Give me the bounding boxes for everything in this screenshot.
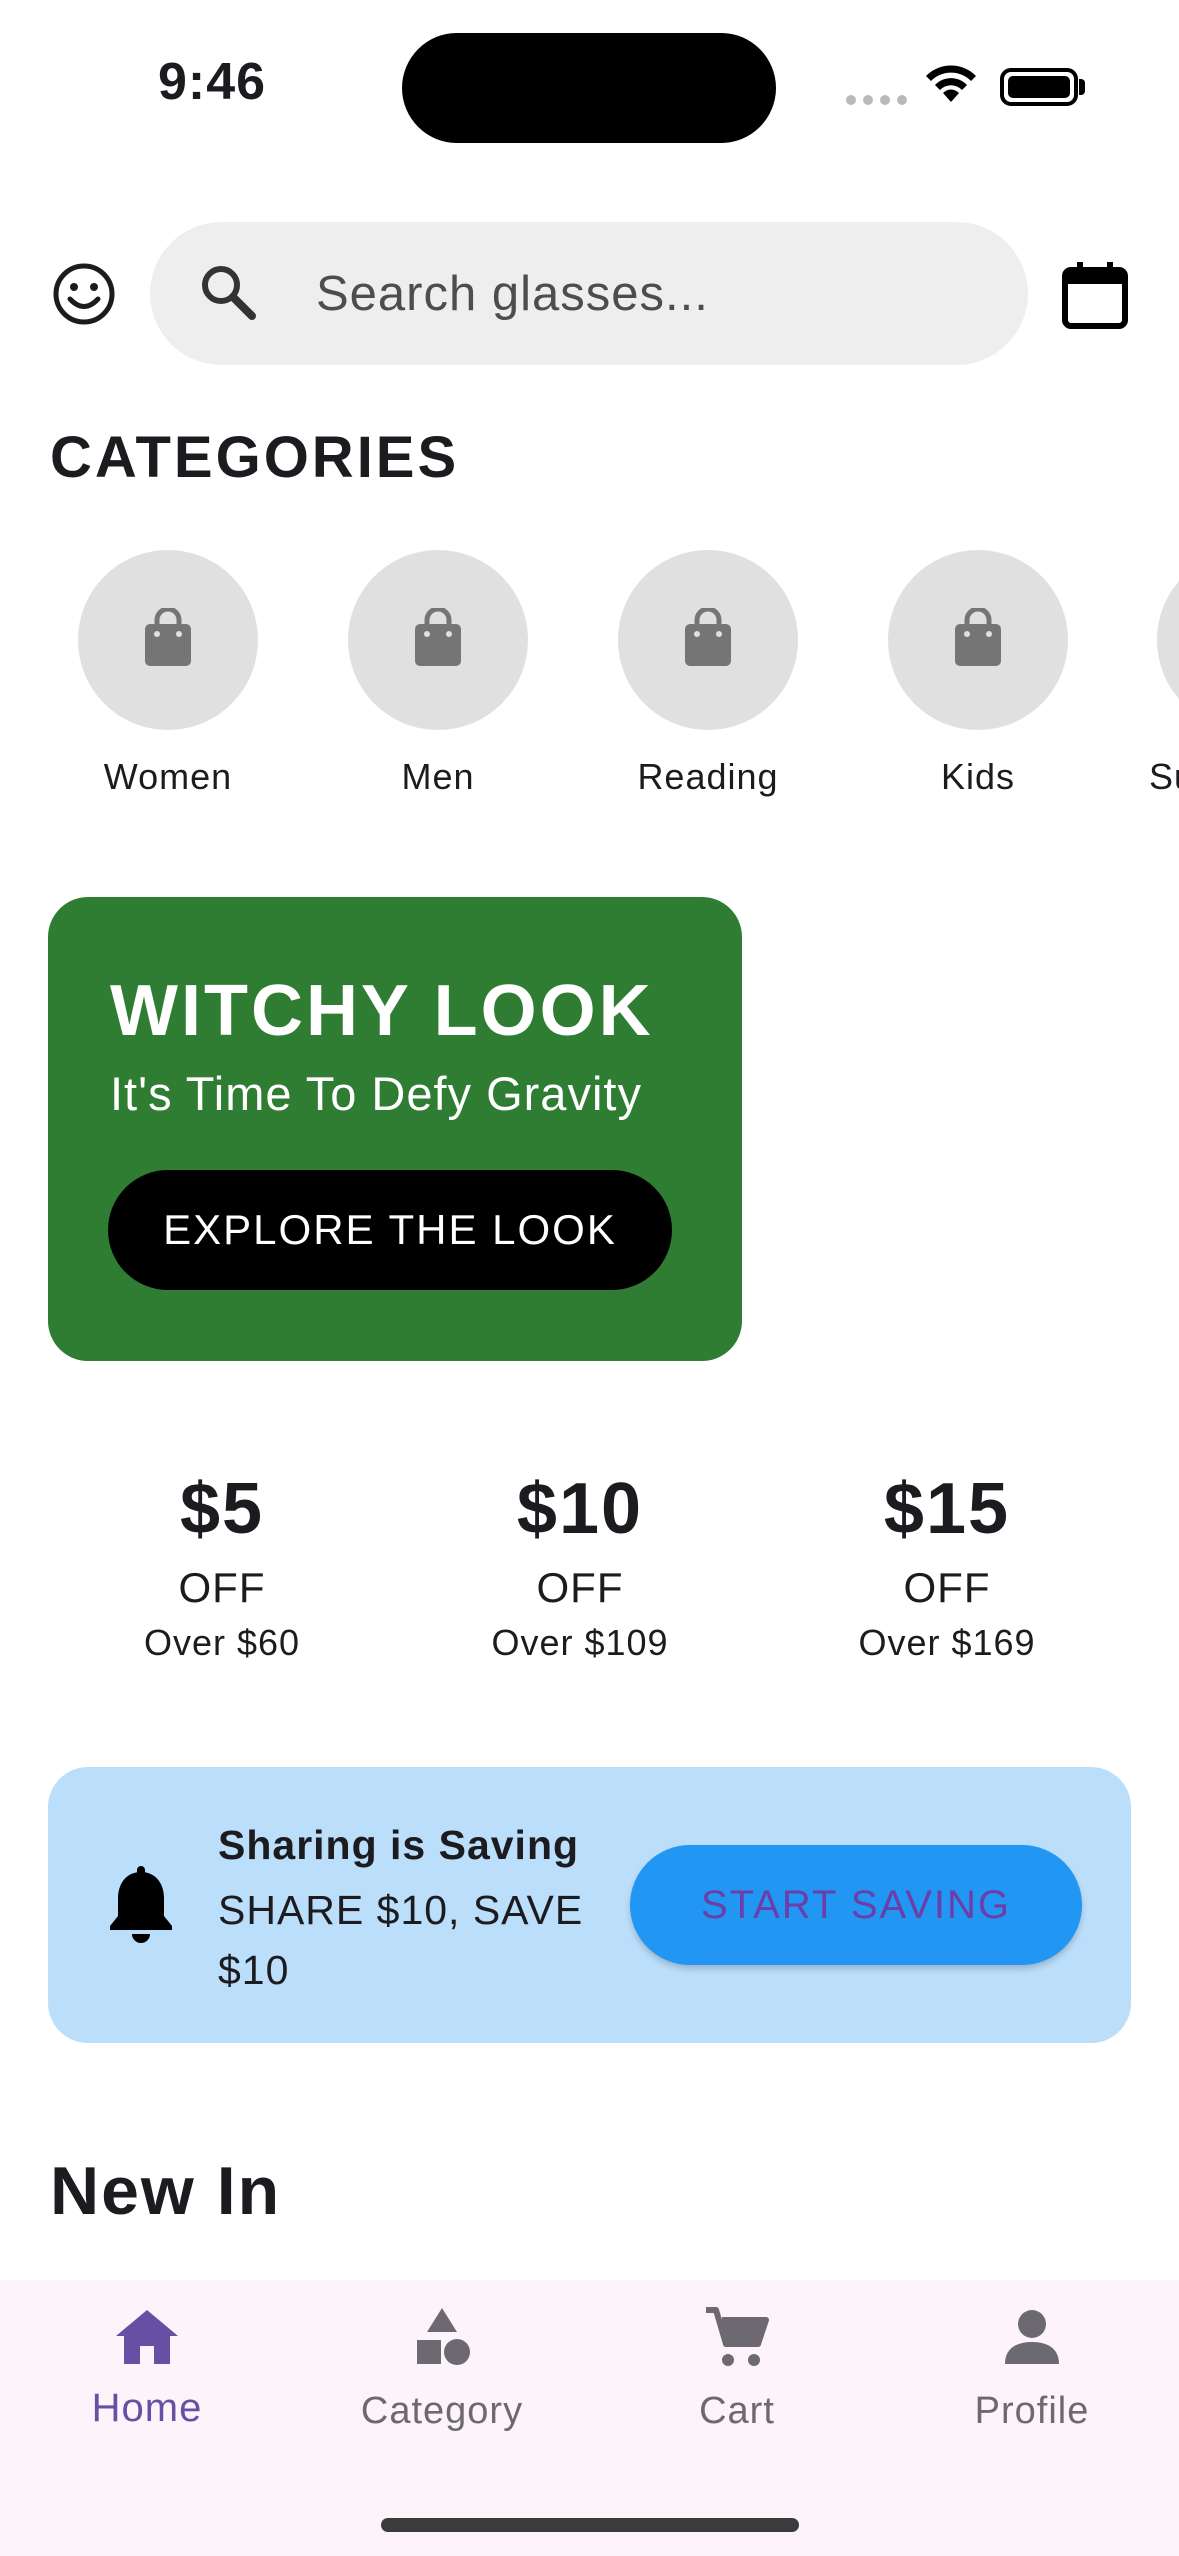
category-label: Kids [940,756,1016,797]
nav-label: Cart [699,2390,775,2432]
discount-amount: $15 [883,1469,1011,1549]
nav-profile[interactable]: Profile [887,2302,1177,2433]
dynamic-island [402,33,776,143]
discount-tier: $10 OFF Over $109 [415,1468,745,1664]
promo-title: WITCHY LOOK [110,971,654,1051]
discount-off: OFF [903,1564,991,1611]
battery-cap [1079,79,1085,95]
calendar-icon[interactable] [1059,258,1131,330]
battery-icon [1000,68,1078,106]
nav-cart[interactable]: Cart [592,2302,882,2433]
search-placeholder: Search glasses... [316,267,709,321]
nav-category[interactable]: Category [297,2302,587,2433]
categories-title: CATEGORIES [50,425,460,490]
wifi-icon [926,65,976,102]
home-icon [116,2310,178,2364]
shopping-bag-icon [415,608,461,666]
home-indicator [381,2518,799,2532]
search-icon [202,266,256,320]
nav-home[interactable]: Home [2,2302,292,2431]
promo-subtitle: It's Time To Defy Gravity [110,1067,642,1120]
smiley-icon[interactable] [52,262,116,326]
new-in-title: New In [50,2153,282,2229]
nav-label: Home [91,2386,203,2430]
discount-condition: Over $169 [858,1622,1036,1663]
start-saving-button[interactable]: START SAVING [630,1845,1082,1965]
category-label: Men [401,756,475,797]
profile-icon [1005,2310,1059,2364]
discount-condition: Over $60 [143,1622,301,1663]
category-label: Women [103,756,233,797]
status-time: 9:46 [158,53,267,111]
shopping-bag-icon [145,608,191,666]
discount-amount: $5 [179,1469,265,1549]
nav-label: Category [360,2390,524,2432]
cart-icon [706,2307,769,2366]
sharing-subtitle: SHARE $10, SAVE $10 [218,1887,584,1993]
explore-look-button[interactable]: EXPLORE THE LOOK [108,1170,672,1290]
discount-tier: $5 OFF Over $60 [57,1468,387,1664]
promo-banner [48,897,742,1361]
discount-amount: $10 [516,1469,644,1549]
bell-icon [110,1866,172,1943]
category-label: Reading [637,756,779,797]
discount-off: OFF [178,1564,266,1611]
nav-label: Profile [974,2390,1090,2432]
category-label: Su [1149,756,1179,797]
sharing-title: Sharing is Saving [218,1822,580,1868]
discount-off: OFF [536,1564,624,1611]
shopping-bag-icon [685,608,731,666]
shopping-bag-icon [955,608,1001,666]
category-icon [417,2308,470,2365]
cellular-signal-icon [846,95,907,105]
category-partial[interactable]: Su [1113,550,1179,810]
category-circle [1157,550,1179,730]
discount-condition: Over $109 [491,1622,669,1663]
discount-tier: $15 OFF Over $169 [782,1468,1112,1664]
